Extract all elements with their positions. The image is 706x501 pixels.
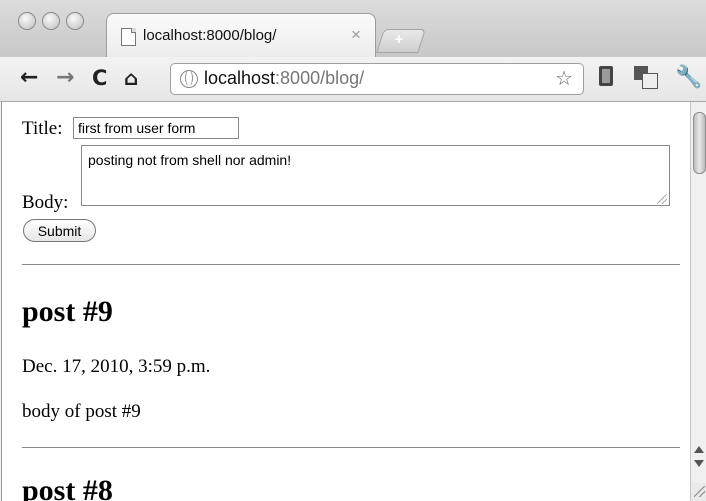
page-content: Title: Body: posting not from shell nor … [1, 102, 690, 501]
scrollbar-thumb[interactable] [693, 112, 706, 174]
title-label: Title: [22, 118, 63, 139]
submit-button[interactable]: Submit [23, 219, 96, 242]
title-input[interactable] [73, 117, 239, 139]
page-icon [121, 28, 136, 46]
body-label: Body: [22, 192, 69, 213]
tab-close-icon[interactable]: × [351, 25, 361, 45]
scroll-up-arrow-icon[interactable] [694, 446, 704, 453]
window-resize-grip[interactable] [690, 483, 706, 501]
divider [22, 447, 680, 448]
browser-window: localhost:8000/blog/ × + ← → C ⌂ localho… [0, 0, 706, 501]
translate-icon-front [642, 73, 658, 89]
home-button[interactable]: ⌂ [124, 62, 138, 94]
post-date: Dec. 17, 2010, 3:59 p.m. [22, 356, 211, 377]
url-text[interactable]: localhost:8000/blog/ [204, 68, 364, 89]
title-bar: localhost:8000/blog/ × + [0, 0, 706, 58]
post-title: post #8 [22, 474, 113, 501]
scroll-down-arrow-icon[interactable] [694, 460, 704, 467]
url-path: :8000/blog/ [275, 68, 365, 88]
back-button[interactable]: ← [20, 62, 38, 94]
vertical-scrollbar[interactable] [690, 102, 706, 483]
translate-icon[interactable] [634, 66, 658, 90]
divider [22, 264, 680, 265]
forward-button[interactable]: → [56, 62, 74, 94]
book-icon-pages [602, 69, 610, 83]
plus-icon: + [394, 31, 404, 48]
zoom-window-button[interactable] [66, 12, 84, 30]
close-window-button[interactable] [18, 12, 36, 30]
post-title: post #9 [22, 295, 113, 328]
bookmark-star-icon[interactable]: ☆ [555, 66, 573, 90]
toolbar: ← → C ⌂ localhost:8000/blog/ ☆ 🔧 [0, 57, 706, 102]
wrench-icon[interactable]: 🔧 [675, 66, 702, 90]
reload-button[interactable]: C [92, 62, 107, 94]
address-bar[interactable]: localhost:8000/blog/ ☆ [170, 63, 584, 95]
minimize-window-button[interactable] [42, 12, 60, 30]
book-icon[interactable] [596, 66, 618, 90]
body-textarea[interactable]: posting not from shell nor admin! [81, 145, 670, 206]
tab-active[interactable]: localhost:8000/blog/ × [106, 13, 376, 58]
new-tab-button[interactable]: + [376, 29, 426, 53]
globe-icon [180, 70, 198, 88]
tab-title: localhost:8000/blog/ [143, 27, 277, 44]
post-body: body of post #9 [22, 401, 141, 422]
textarea-resize-grip[interactable] [657, 194, 667, 204]
url-host: localhost [204, 68, 276, 88]
